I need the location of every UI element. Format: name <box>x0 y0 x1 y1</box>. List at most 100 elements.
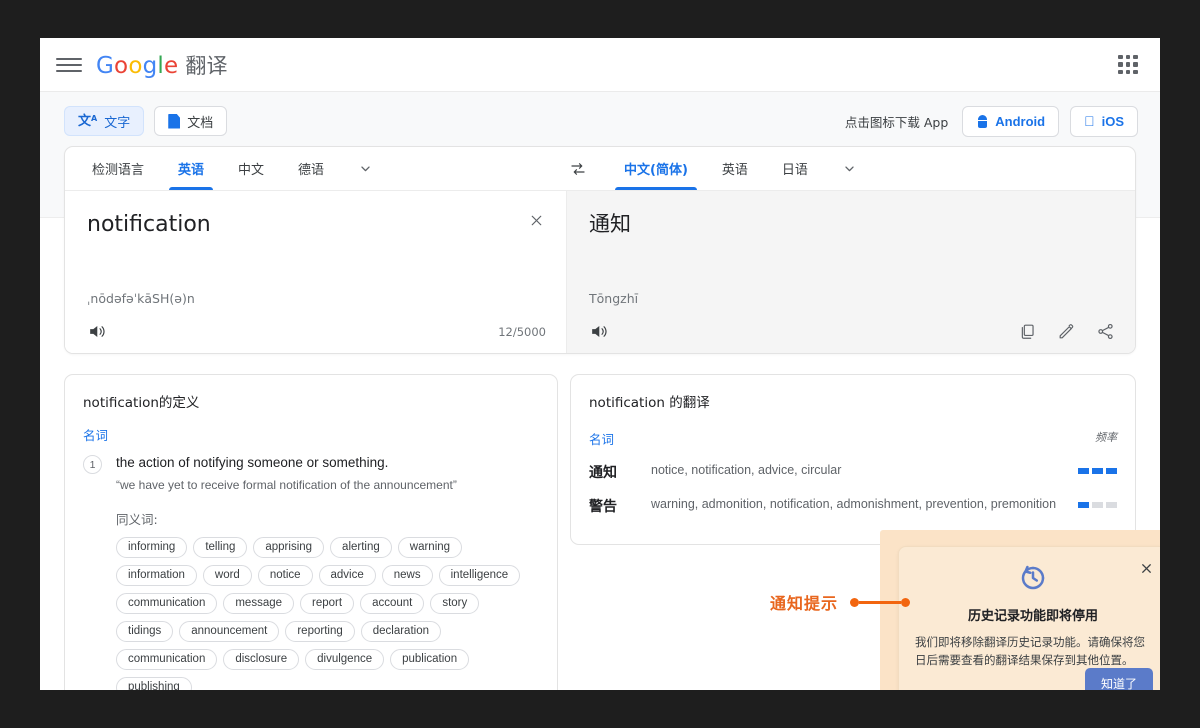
listen-source-icon[interactable] <box>87 322 106 341</box>
frequency-bars <box>1076 462 1117 474</box>
back-translations: notice, notification, advice, circular <box>651 458 1076 492</box>
translate-page: Google 翻译 文A 文字 文档 点击图标下载 App <box>40 38 1160 690</box>
source-lang-chinese[interactable]: 中文 <box>221 147 281 190</box>
synonym-chip[interactable]: information <box>116 565 197 586</box>
listen-translation-icon[interactable] <box>589 322 608 341</box>
back-translations: warning, admonition, notification, admon… <box>651 492 1076 526</box>
android-label: Android <box>995 114 1045 129</box>
copy-translation-icon[interactable] <box>1018 322 1037 341</box>
mode-toolbar: 文A 文字 文档 点击图标下载 App Android  iOS <box>40 92 1160 150</box>
synonym-chip[interactable]: divulgence <box>305 649 384 670</box>
synonym-chip[interactable]: publication <box>390 649 469 670</box>
synonym-chip[interactable]: disclosure <box>223 649 299 670</box>
popup-body: 我们即将移除翻译历史记录功能。请确保将您日后需要查看的翻译结果保存到其他位置。 <box>915 633 1151 670</box>
edit-translation-icon[interactable] <box>1057 322 1076 341</box>
text-translate-icon: 文A <box>78 115 97 128</box>
ios-download-button[interactable]:  iOS <box>1070 106 1138 137</box>
synonym-chip[interactable]: word <box>203 565 252 586</box>
definitions-pos: 名词 <box>83 425 539 444</box>
history-deprecation-popup: 历史记录功能即将停用 我们即将移除翻译历史记录功能。请确保将您日后需要查看的翻译… <box>898 546 1160 690</box>
synonym-chip[interactable]: telling <box>193 537 247 558</box>
synonym-chip[interactable]: notice <box>258 565 313 586</box>
swap-languages-button[interactable] <box>557 147 599 190</box>
ios-label: iOS <box>1102 114 1124 129</box>
target-lang-chevron-down-icon[interactable] <box>825 147 874 190</box>
frequency-bar <box>1106 468 1117 474</box>
synonym-chip[interactable]: apprising <box>253 537 324 558</box>
frequency-bar <box>1092 502 1103 508</box>
popup-title: 历史记录功能即将停用 <box>915 605 1151 624</box>
synonym-chip[interactable]: report <box>300 593 354 614</box>
synonym-chip[interactable]: alerting <box>330 537 392 558</box>
target-lang-chinese-simplified[interactable]: 中文(简体) <box>607 147 705 190</box>
translation-card: 检测语言 英语 中文 德语 中文(简体) 英语 日语 <box>64 146 1136 354</box>
source-pane-footer: 12/5000 <box>87 322 546 341</box>
synonym-chip[interactable]: news <box>382 565 433 586</box>
document-icon <box>168 114 180 129</box>
target-pane-footer <box>589 322 1115 341</box>
translations-pos: 名词 <box>589 425 1076 458</box>
callout-line <box>859 601 901 604</box>
source-language-tabs: 检测语言 英语 中文 德语 <box>65 147 557 190</box>
target-lang-english[interactable]: 英语 <box>705 147 765 190</box>
share-translation-icon[interactable] <box>1096 322 1115 341</box>
synonym-chip[interactable]: tidings <box>116 621 173 642</box>
synonym-chip[interactable]: communication <box>116 593 217 614</box>
tab-text[interactable]: 文A 文字 <box>64 106 144 136</box>
definition-number: 1 <box>83 455 102 474</box>
tab-document-label: 文档 <box>187 112 213 131</box>
source-lang-german[interactable]: 德语 <box>281 147 341 190</box>
synonym-chip[interactable]: declaration <box>361 621 441 642</box>
download-app-label: 点击图标下载 App <box>845 112 948 131</box>
source-text-input[interactable]: notification <box>87 211 544 239</box>
table-row[interactable]: 通知notice, notification, advice, circular <box>589 458 1117 492</box>
synonym-chip[interactable]: intelligence <box>439 565 521 586</box>
source-lang-english[interactable]: 英语 <box>161 147 221 190</box>
google-translate-logo[interactable]: Google 翻译 <box>96 50 228 80</box>
table-row[interactable]: 警告warning, admonition, notification, adm… <box>589 492 1117 526</box>
synonym-chip[interactable]: story <box>430 593 479 614</box>
popup-confirm-button[interactable]: 知道了 <box>1085 668 1153 690</box>
translations-panel: notification 的翻译 名词 频率 通知notice, notific… <box>570 374 1136 545</box>
synonym-chip[interactable]: informing <box>116 537 187 558</box>
synonym-chip[interactable]: publishing <box>116 677 192 690</box>
translation-word: 通知 <box>589 458 651 492</box>
android-icon <box>976 115 988 128</box>
target-actions <box>1018 322 1115 341</box>
callout-dot-end <box>901 598 910 607</box>
synonym-chip[interactable]: account <box>360 593 424 614</box>
source-lang-chevron-down-icon[interactable] <box>341 147 390 190</box>
synonym-chip[interactable]: announcement <box>179 621 279 642</box>
frequency-cell <box>1076 458 1117 492</box>
hamburger-menu-icon[interactable] <box>56 52 82 78</box>
source-phonetic: ˌnōdəfəˈkāSH(ə)n <box>87 291 195 306</box>
android-download-button[interactable]: Android <box>962 106 1059 137</box>
frequency-bars <box>1076 496 1117 508</box>
translation-body: notification ˌnōdəfəˈkāSH(ə)n 12/5000 通知 <box>65 191 1135 354</box>
definitions-title: notification的定义 <box>83 391 539 411</box>
definition-example: “we have yet to receive formal notificat… <box>116 477 457 493</box>
tab-document[interactable]: 文档 <box>154 106 227 136</box>
screenshot-root: Google 翻译 文A 文字 文档 点击图标下载 App <box>0 0 1200 728</box>
synonym-chip[interactable]: reporting <box>285 621 354 642</box>
synonym-chip[interactable]: message <box>223 593 294 614</box>
apps-grid-icon[interactable] <box>1118 55 1138 75</box>
source-pane: notification ˌnōdəfəˈkāSH(ə)n 12/5000 <box>65 191 567 354</box>
callout-dot-start <box>850 598 859 607</box>
tab-text-label: 文字 <box>104 112 130 131</box>
notification-highlight-region: 历史记录功能即将停用 我们即将移除翻译历史记录功能。请确保将您日后需要查看的翻译… <box>880 530 1160 690</box>
source-lang-detect[interactable]: 检测语言 <box>75 147 161 190</box>
synonym-chip[interactable]: communication <box>116 649 217 670</box>
target-lang-japanese[interactable]: 日语 <box>765 147 825 190</box>
synonym-chip[interactable]: warning <box>398 537 462 558</box>
target-language-tabs: 中文(简体) 英语 日语 <box>599 147 1135 190</box>
definition-item: 1 the action of notifying someone or som… <box>83 454 539 493</box>
synonym-chip[interactable]: advice <box>319 565 376 586</box>
frequency-cell <box>1076 492 1117 526</box>
translated-text: 通知 <box>589 211 1113 237</box>
close-icon[interactable] <box>1137 559 1155 577</box>
app-bar: Google 翻译 <box>40 38 1160 92</box>
frequency-bar <box>1078 502 1089 508</box>
definition-text: the action of notifying someone or somet… <box>116 454 457 472</box>
clear-source-icon[interactable] <box>524 208 548 232</box>
